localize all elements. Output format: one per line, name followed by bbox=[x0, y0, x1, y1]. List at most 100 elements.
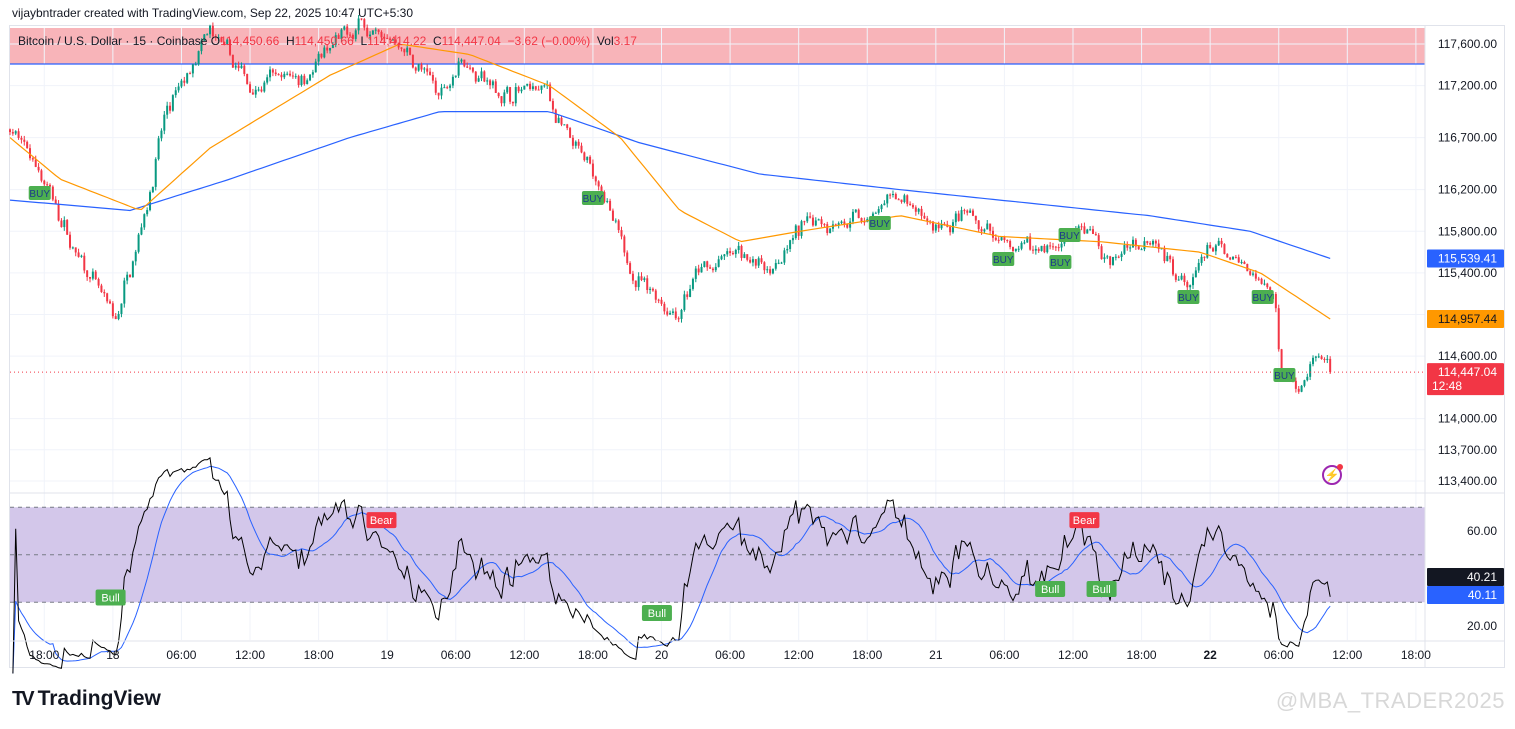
candle-body bbox=[1014, 248, 1017, 251]
rsi-value-tag: 40.21 bbox=[1467, 570, 1497, 584]
candle-body bbox=[1317, 356, 1320, 358]
candle-body bbox=[254, 89, 257, 95]
candle-body bbox=[463, 59, 466, 67]
ema-fast-price-tag: 114,957.44 bbox=[1438, 312, 1497, 326]
chart-canvas[interactable]: BUY BUY BUY BUY BUY BUY BUY BUY BUY Bear Bear Bull B… bbox=[0, 0, 1515, 729]
high-label: H bbox=[285, 34, 295, 48]
candle-body bbox=[697, 268, 700, 273]
candle-body bbox=[906, 195, 909, 204]
candle-body bbox=[1226, 253, 1229, 258]
candle-body bbox=[11, 132, 14, 134]
candle-body bbox=[709, 267, 712, 269]
price-axis-tick: 113,400.00 bbox=[1438, 474, 1497, 488]
candle-body bbox=[611, 210, 614, 221]
candle-body bbox=[711, 268, 714, 271]
candle-body bbox=[497, 92, 500, 97]
candle-body bbox=[911, 205, 914, 208]
candle-body bbox=[1080, 226, 1083, 228]
candle-body bbox=[669, 312, 672, 315]
candle-body bbox=[466, 66, 469, 68]
candle-body bbox=[291, 75, 294, 77]
candle-body bbox=[1280, 349, 1283, 369]
candle-body bbox=[129, 274, 132, 278]
time-axis-tick: 22 bbox=[1203, 648, 1217, 662]
candle-body bbox=[343, 26, 346, 30]
candle-body bbox=[637, 276, 640, 288]
candle-body bbox=[1137, 246, 1140, 250]
candle-body bbox=[569, 128, 572, 138]
candle-body bbox=[237, 65, 240, 69]
candle-body bbox=[829, 228, 832, 233]
candle-body bbox=[703, 261, 706, 267]
candle-body bbox=[666, 311, 669, 315]
candle-body bbox=[191, 64, 194, 74]
candle-body bbox=[417, 64, 420, 71]
candle-body bbox=[51, 186, 54, 200]
candle-body bbox=[477, 78, 480, 82]
candle-body bbox=[780, 262, 783, 264]
candle-body bbox=[511, 101, 514, 104]
candle-body bbox=[460, 59, 463, 62]
candle-body bbox=[306, 80, 309, 85]
candle-body bbox=[1143, 241, 1146, 250]
candle-body bbox=[363, 19, 366, 28]
candle-body bbox=[109, 301, 112, 304]
candle-body bbox=[851, 211, 854, 222]
candle-body bbox=[66, 220, 69, 235]
candle-body bbox=[969, 210, 972, 213]
buy-signal-label: BUY bbox=[1252, 293, 1273, 304]
ema-slow-line bbox=[9, 111, 1331, 259]
candle-body bbox=[897, 199, 900, 201]
candle-body bbox=[1169, 255, 1172, 260]
candle-body bbox=[286, 73, 289, 75]
candle-body bbox=[540, 85, 543, 90]
candle-body bbox=[111, 303, 114, 317]
candle-body bbox=[614, 220, 617, 222]
candle-body bbox=[483, 71, 486, 82]
candle-body bbox=[914, 207, 917, 212]
lightning-alert-icon[interactable]: ⚡ bbox=[1322, 464, 1343, 485]
candle-body bbox=[114, 316, 117, 320]
candle-body bbox=[1326, 358, 1329, 361]
candle-body bbox=[1060, 243, 1063, 248]
rsi-axis-tick: 60.00 bbox=[1467, 524, 1497, 538]
tradingview-logo[interactable]: TV TradingView bbox=[12, 687, 161, 711]
candle-body bbox=[1040, 245, 1043, 251]
candle-body bbox=[240, 65, 243, 69]
candle-body bbox=[811, 217, 814, 226]
time-axis-tick: 18:00 bbox=[578, 648, 608, 662]
candle-body bbox=[980, 229, 983, 232]
candle-body bbox=[849, 221, 852, 228]
candle-body bbox=[437, 92, 440, 96]
symbol-title[interactable]: Bitcoin / U.S. Dollar · 15 · Coinbase bbox=[18, 34, 207, 48]
candle-body bbox=[249, 84, 252, 93]
candle-body bbox=[777, 262, 780, 264]
candle-body bbox=[506, 87, 509, 93]
candle-body bbox=[317, 53, 320, 62]
candle-body bbox=[26, 141, 29, 149]
candle-body bbox=[1020, 242, 1023, 249]
candle-body bbox=[1237, 257, 1240, 263]
candle-body bbox=[509, 87, 512, 102]
candle-body bbox=[446, 87, 449, 89]
candle-body bbox=[920, 208, 923, 216]
candle-body bbox=[451, 76, 454, 86]
candle-body bbox=[617, 220, 620, 231]
candle-body bbox=[1117, 256, 1120, 258]
candle-body bbox=[449, 85, 452, 88]
candle-body bbox=[491, 81, 494, 86]
candle-body bbox=[646, 278, 649, 290]
candle-body bbox=[674, 311, 677, 319]
candle-body bbox=[1017, 248, 1020, 250]
logo-text: TradingView bbox=[37, 687, 161, 710]
candle-body bbox=[800, 221, 803, 236]
candle-body bbox=[700, 266, 703, 273]
candle-body bbox=[529, 83, 532, 90]
candle-body bbox=[263, 82, 266, 92]
candle-body bbox=[40, 170, 43, 181]
candle-body bbox=[71, 247, 74, 249]
time-axis-tick: 18:00 bbox=[852, 648, 882, 662]
candle-body bbox=[1220, 240, 1223, 245]
candle-body bbox=[374, 29, 377, 31]
candle-body bbox=[1294, 380, 1297, 389]
